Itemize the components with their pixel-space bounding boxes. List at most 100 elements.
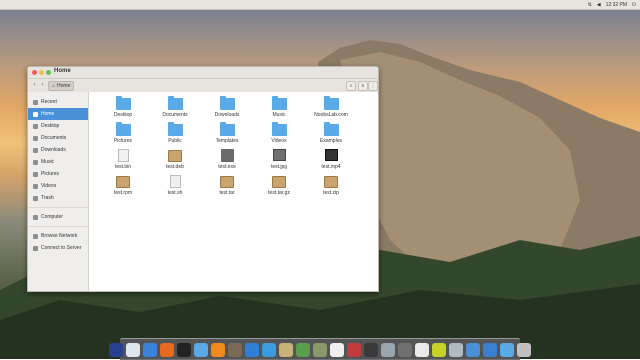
music-icon <box>33 159 38 165</box>
documents-icon[interactable] <box>330 342 344 357</box>
clock[interactable]: 12:32 PM <box>606 2 627 8</box>
file-item[interactable]: test.tar.gz <box>253 175 305 198</box>
package-icon <box>323 175 339 188</box>
pictures-icon <box>33 171 38 177</box>
file-manager-window: Home ‹ › ⌂ Home ⌕ ≡ ⋮ Recent Home Deskto… <box>27 66 379 292</box>
path-home-button[interactable]: ⌂ Home <box>48 81 75 91</box>
file-item[interactable]: Videos <box>253 122 305 146</box>
photos-icon[interactable] <box>279 342 293 357</box>
itunes-icon[interactable] <box>415 342 429 357</box>
file-item[interactable]: test.rpm <box>97 175 149 198</box>
volume-icon[interactable]: ◀ <box>597 2 601 8</box>
file-name: test.zip <box>323 190 339 196</box>
title-bar[interactable]: Home <box>28 67 378 79</box>
plant-icon[interactable] <box>296 342 310 357</box>
file-item[interactable]: test.zip <box>305 175 357 198</box>
dvd-icon[interactable] <box>432 342 446 357</box>
server-icon <box>33 245 38 251</box>
sidebar-item-recent[interactable]: Recent <box>28 96 88 108</box>
files-icon[interactable] <box>194 342 208 357</box>
file-item[interactable]: NoobsLab.com <box>305 96 357 120</box>
grid-view-icon[interactable]: ⋮ <box>368 81 378 91</box>
minimize-button[interactable] <box>39 70 44 75</box>
terminal-icon[interactable] <box>177 342 191 357</box>
package-icon <box>219 175 235 188</box>
file-name: test.exe <box>218 164 236 170</box>
list-view-icon[interactable]: ≡ <box>358 81 368 91</box>
file-item[interactable]: Desktop <box>97 96 149 120</box>
chrome-icon[interactable] <box>245 342 259 357</box>
sidebar-item-trash[interactable]: Trash <box>28 192 88 204</box>
finder-icon[interactable] <box>143 342 157 357</box>
file-item[interactable]: Templates <box>201 122 253 146</box>
folder-icon <box>323 96 339 110</box>
sidebar-item-browse-network[interactable]: Browse Network <box>28 230 88 242</box>
file-item[interactable]: test.deb <box>149 149 201 172</box>
sidebar-item-documents[interactable]: Documents <box>28 132 88 144</box>
file-name: test.sh <box>167 190 183 196</box>
search-icon[interactable]: ⌕ <box>346 81 356 91</box>
monitor-icon[interactable] <box>364 342 378 357</box>
window-title: Home <box>54 68 71 74</box>
file-item[interactable]: Examples <box>305 122 357 146</box>
folder-icon[interactable] <box>500 342 514 357</box>
package-icon <box>115 175 131 188</box>
folder-icon <box>115 122 131 136</box>
sidebar-divider <box>28 226 88 227</box>
sidebar-item-home[interactable]: Home <box>28 108 88 120</box>
folder-icon <box>271 96 287 110</box>
file-item[interactable]: test.tar <box>201 175 253 198</box>
places-sidebar: Recent Home Desktop Documents Downloads … <box>28 92 89 291</box>
system-tray: ⇅ ◀ 12:32 PM ⏻ <box>588 0 636 9</box>
help-icon[interactable] <box>483 342 497 357</box>
sidebar-item-downloads[interactable]: Downloads <box>28 144 88 156</box>
preview-icon[interactable] <box>347 342 361 357</box>
sidebar-item-desktop[interactable]: Desktop <box>28 120 88 132</box>
package-icon <box>167 149 183 162</box>
launcher-icon[interactable] <box>109 342 123 357</box>
sidebar-item-computer[interactable]: Computer <box>28 211 88 223</box>
file-item[interactable]: Pictures <box>97 122 149 146</box>
downloads-icon <box>33 147 38 153</box>
computer-icon <box>33 214 38 220</box>
file-item[interactable]: test.jpg <box>253 149 305 172</box>
power-icon[interactable]: ⏻ <box>632 2 636 8</box>
file-item[interactable]: Public <box>149 122 201 146</box>
file-name: test.rpm <box>113 190 133 196</box>
trash-icon <box>33 195 38 201</box>
vlc-icon[interactable] <box>211 342 225 357</box>
update-icon[interactable] <box>381 342 395 357</box>
settings-icon[interactable] <box>398 342 412 357</box>
file-name: Public <box>168 138 182 144</box>
firefox-icon[interactable] <box>160 342 174 357</box>
file-item[interactable]: Documents <box>149 96 201 120</box>
bird-icon[interactable] <box>313 342 327 357</box>
file-item[interactable]: test.bin <box>97 149 149 172</box>
forward-button[interactable]: › <box>38 81 47 89</box>
network-icon[interactable]: ⇅ <box>588 2 592 8</box>
safari-icon[interactable] <box>126 342 140 357</box>
gimp-icon[interactable] <box>228 342 242 357</box>
file-name: NoobsLab.com <box>314 112 348 118</box>
mail-icon[interactable] <box>449 342 463 357</box>
folder-icon <box>167 122 183 136</box>
file-item[interactable]: test.exe <box>201 149 253 172</box>
sidebar-item-connect-server[interactable]: Connect to Server <box>28 242 88 254</box>
file-name: test.jpg <box>270 164 288 170</box>
close-button[interactable] <box>32 70 37 75</box>
file-item[interactable]: Music <box>253 96 305 120</box>
sidebar-item-music[interactable]: Music <box>28 156 88 168</box>
file-item[interactable]: test.mp4 <box>305 149 357 172</box>
maximize-button[interactable] <box>46 70 51 75</box>
desktop-icon[interactable] <box>466 342 480 357</box>
home-icon <box>33 111 38 117</box>
file-item[interactable]: Downloads <box>201 96 253 120</box>
app-store-icon[interactable] <box>262 342 276 357</box>
trash-icon[interactable] <box>517 342 531 357</box>
sidebar-item-videos[interactable]: Videos <box>28 180 88 192</box>
executable-icon <box>220 149 235 162</box>
file-name: Templates <box>215 138 239 144</box>
documents-icon <box>33 135 38 141</box>
file-item[interactable]: test.sh <box>149 175 201 198</box>
sidebar-item-pictures[interactable]: Pictures <box>28 168 88 180</box>
